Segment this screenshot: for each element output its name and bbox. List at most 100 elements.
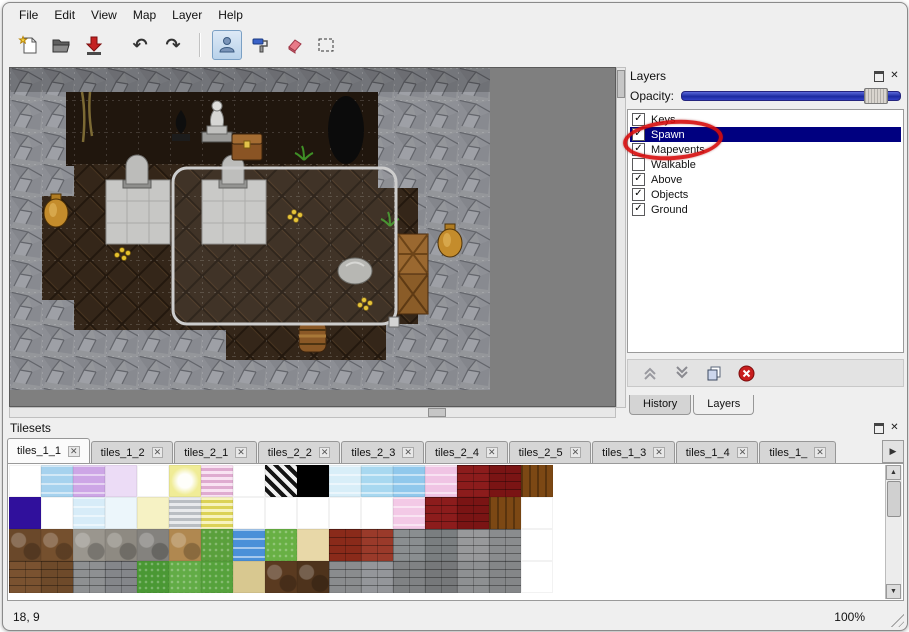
layer-row-walkable[interactable]: Walkable: [630, 157, 901, 172]
tile-0-12[interactable]: [393, 465, 425, 497]
tile-3-4[interactable]: [137, 561, 169, 593]
tile-1-9[interactable]: [297, 497, 329, 529]
tab-close-icon[interactable]: ✕: [486, 447, 498, 458]
tile-1-8[interactable]: [265, 497, 297, 529]
vscroll-thumb[interactable]: [617, 70, 625, 98]
tile-2-4[interactable]: [137, 529, 169, 561]
save-button[interactable]: [79, 30, 109, 60]
tile-1-10[interactable]: [329, 497, 361, 529]
tile-0-8[interactable]: [265, 465, 297, 497]
redo-button[interactable]: ↷: [158, 30, 188, 60]
duplicate-layer-button[interactable]: [706, 365, 722, 381]
tile-2-14[interactable]: [457, 529, 489, 561]
panel-detach-button[interactable]: [872, 422, 885, 434]
panel-close-button[interactable]: ✕: [888, 70, 901, 82]
layer-visibility-checkbox[interactable]: ✓: [632, 173, 645, 186]
tile-0-13[interactable]: [425, 465, 457, 497]
tile-1-14[interactable]: [457, 497, 489, 529]
tile-2-2[interactable]: [73, 529, 105, 561]
hscroll-thumb[interactable]: [428, 408, 446, 417]
panel-tab-history[interactable]: History: [629, 395, 691, 415]
tab-close-icon[interactable]: ✕: [814, 447, 826, 458]
map-canvas[interactable]: [9, 67, 616, 407]
tile-0-10[interactable]: [329, 465, 361, 497]
tile-3-15[interactable]: [489, 561, 521, 593]
resize-grip[interactable]: [889, 612, 904, 627]
tileset-view[interactable]: ▲ ▼: [7, 463, 904, 601]
tab-close-icon[interactable]: ✕: [737, 447, 749, 458]
tile-2-0[interactable]: [9, 529, 41, 561]
tileset-tab-tiles_2_5[interactable]: tiles_2_5✕: [509, 441, 592, 463]
tile-3-13[interactable]: [425, 561, 457, 593]
tile-1-1[interactable]: [41, 497, 73, 529]
tile-0-3[interactable]: [105, 465, 137, 497]
tile-2-9[interactable]: [297, 529, 329, 561]
tile-0-14[interactable]: [457, 465, 489, 497]
tile-3-3[interactable]: [105, 561, 137, 593]
tile-1-3[interactable]: [105, 497, 137, 529]
tile-2-6[interactable]: [201, 529, 233, 561]
layer-visibility-checkbox[interactable]: ✓: [632, 143, 645, 156]
tileset-tab-tiles_1_3[interactable]: tiles_1_3✕: [592, 441, 675, 463]
tab-close-icon[interactable]: ✕: [235, 447, 247, 458]
tab-close-icon[interactable]: ✕: [570, 447, 582, 458]
tile-0-16[interactable]: [521, 465, 553, 497]
tile-1-5[interactable]: [169, 497, 201, 529]
tileset-scroll-thumb[interactable]: [887, 481, 901, 517]
tile-1-15[interactable]: [489, 497, 521, 529]
delete-layer-button[interactable]: [738, 365, 755, 382]
tile-3-0[interactable]: [9, 561, 41, 593]
panel-detach-button[interactable]: [872, 70, 885, 82]
tileset-tab-tiles_1_[interactable]: tiles_1_✕: [759, 441, 835, 463]
tile-2-3[interactable]: [105, 529, 137, 561]
menu-item-map[interactable]: Map: [125, 5, 164, 25]
tileset-tab-tiles_2_1[interactable]: tiles_2_1✕: [174, 441, 257, 463]
tile-2-15[interactable]: [489, 529, 521, 561]
tile-2-8[interactable]: [265, 529, 297, 561]
layer-row-keys[interactable]: ✓Keys: [630, 112, 901, 127]
tab-close-icon[interactable]: ✕: [319, 447, 331, 458]
tile-3-8[interactable]: [265, 561, 297, 593]
raise-layer-button[interactable]: [642, 365, 658, 381]
tab-close-icon[interactable]: ✕: [68, 446, 80, 457]
lower-layer-button[interactable]: [674, 365, 690, 381]
panel-close-button[interactable]: ✕: [888, 422, 901, 434]
tile-1-2[interactable]: [73, 497, 105, 529]
tileset-tab-tiles_2_4[interactable]: tiles_2_4✕: [425, 441, 508, 463]
tile-3-9[interactable]: [297, 561, 329, 593]
tile-1-11[interactable]: [361, 497, 393, 529]
layer-visibility-checkbox[interactable]: [632, 158, 645, 171]
tile-2-16[interactable]: [521, 529, 553, 561]
tile-2-10[interactable]: [329, 529, 361, 561]
tile-0-7[interactable]: [233, 465, 265, 497]
tile-1-7[interactable]: [233, 497, 265, 529]
tab-scroll-right-button[interactable]: ▶: [882, 440, 904, 463]
tileset-tab-tiles_1_2[interactable]: tiles_1_2✕: [91, 441, 174, 463]
tile-0-0[interactable]: [9, 465, 41, 497]
tile-3-1[interactable]: [41, 561, 73, 593]
tile-3-14[interactable]: [457, 561, 489, 593]
menu-item-help[interactable]: Help: [210, 5, 251, 25]
layer-visibility-checkbox[interactable]: ✓: [632, 128, 645, 141]
tile-0-6[interactable]: [201, 465, 233, 497]
tab-close-icon[interactable]: ✕: [152, 447, 164, 458]
panel-tab-layers[interactable]: Layers: [693, 395, 754, 415]
stamp-tool-button[interactable]: [212, 30, 242, 60]
tile-0-15[interactable]: [489, 465, 521, 497]
opacity-slider[interactable]: [681, 91, 901, 101]
scroll-down-button[interactable]: ▼: [886, 584, 901, 599]
tab-close-icon[interactable]: ✕: [402, 447, 414, 458]
select-tool-button[interactable]: [311, 30, 341, 60]
tile-2-5[interactable]: [169, 529, 201, 561]
tileset-tab-tiles_1_1[interactable]: tiles_1_1✕: [7, 438, 90, 463]
tile-0-5[interactable]: [169, 465, 201, 497]
opacity-slider-handle[interactable]: [864, 88, 888, 104]
tile-0-1[interactable]: [41, 465, 73, 497]
tile-3-10[interactable]: [329, 561, 361, 593]
layer-row-mapevents[interactable]: ✓Mapevents: [630, 142, 901, 157]
tile-3-2[interactable]: [73, 561, 105, 593]
tile-0-4[interactable]: [137, 465, 169, 497]
tile-1-16[interactable]: [521, 497, 553, 529]
tile-1-6[interactable]: [201, 497, 233, 529]
tile-3-11[interactable]: [361, 561, 393, 593]
